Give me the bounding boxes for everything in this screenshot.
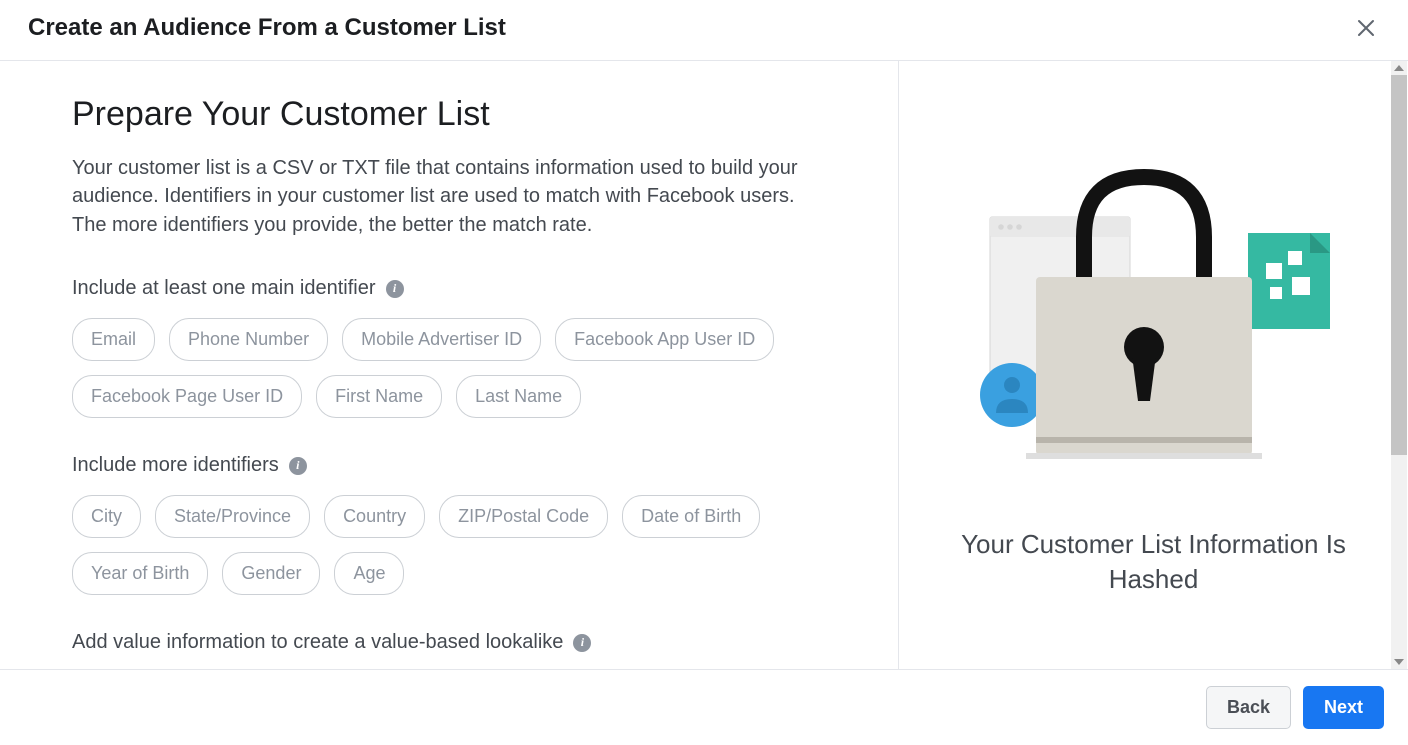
left-panel: Prepare Your Customer List Your customer… [0,61,899,669]
chip-phone-number[interactable]: Phone Number [169,318,328,361]
scrollbar[interactable] [1391,61,1407,669]
main-identifiers-label: Include at least one main identifier i [72,277,826,300]
chip-country[interactable]: Country [324,495,425,538]
info-icon[interactable]: i [386,280,404,298]
right-panel-heading: Your Customer List Information Is Hashed [944,527,1364,597]
right-panel: Your Customer List Information Is Hashed [899,61,1408,669]
next-button[interactable]: Next [1303,686,1384,729]
chip-mobile-advertiser-id[interactable]: Mobile Advertiser ID [342,318,541,361]
create-audience-dialog: Create an Audience From a Customer List … [0,0,1408,745]
dialog-header: Create an Audience From a Customer List [0,0,1408,61]
info-icon[interactable]: i [573,634,591,652]
chip-date-of-birth[interactable]: Date of Birth [622,495,760,538]
chip-zip-postal-code[interactable]: ZIP/Postal Code [439,495,608,538]
description-text: Your customer list is a CSV or TXT file … [72,154,826,239]
more-identifiers-chips: City State/Province Country ZIP/Postal C… [72,495,826,595]
lock-illustration-svg [974,151,1334,471]
dialog-body: Prepare Your Customer List Your customer… [0,61,1408,669]
scroll-thumb[interactable] [1391,75,1407,455]
scroll-down-arrow-icon[interactable] [1394,659,1404,665]
dialog-footer: Back Next [0,669,1408,745]
back-button[interactable]: Back [1206,686,1291,729]
info-icon[interactable]: i [289,457,307,475]
chip-year-of-birth[interactable]: Year of Birth [72,552,208,595]
chip-age[interactable]: Age [334,552,404,595]
chip-city[interactable]: City [72,495,141,538]
section-label-text: Include more identifiers [72,454,279,477]
chip-email[interactable]: Email [72,318,155,361]
chip-state-province[interactable]: State/Province [155,495,310,538]
chip-last-name[interactable]: Last Name [456,375,581,418]
close-icon [1356,18,1376,38]
scroll-up-arrow-icon[interactable] [1394,65,1404,71]
hashed-illustration [974,151,1334,471]
section-label-text: Add value information to create a value-… [72,631,563,654]
section-label-text: Include at least one main identifier [72,277,376,300]
chip-facebook-app-user-id[interactable]: Facebook App User ID [555,318,774,361]
dialog-title: Create an Audience From a Customer List [28,14,506,42]
value-info-label: Add value information to create a value-… [72,631,826,654]
more-identifiers-label: Include more identifiers i [72,454,826,477]
page-title: Prepare Your Customer List [72,95,826,134]
chip-facebook-page-user-id[interactable]: Facebook Page User ID [72,375,302,418]
chip-gender[interactable]: Gender [222,552,320,595]
chip-first-name[interactable]: First Name [316,375,442,418]
close-button[interactable] [1352,14,1380,42]
main-identifiers-chips: Email Phone Number Mobile Advertiser ID … [72,318,826,418]
